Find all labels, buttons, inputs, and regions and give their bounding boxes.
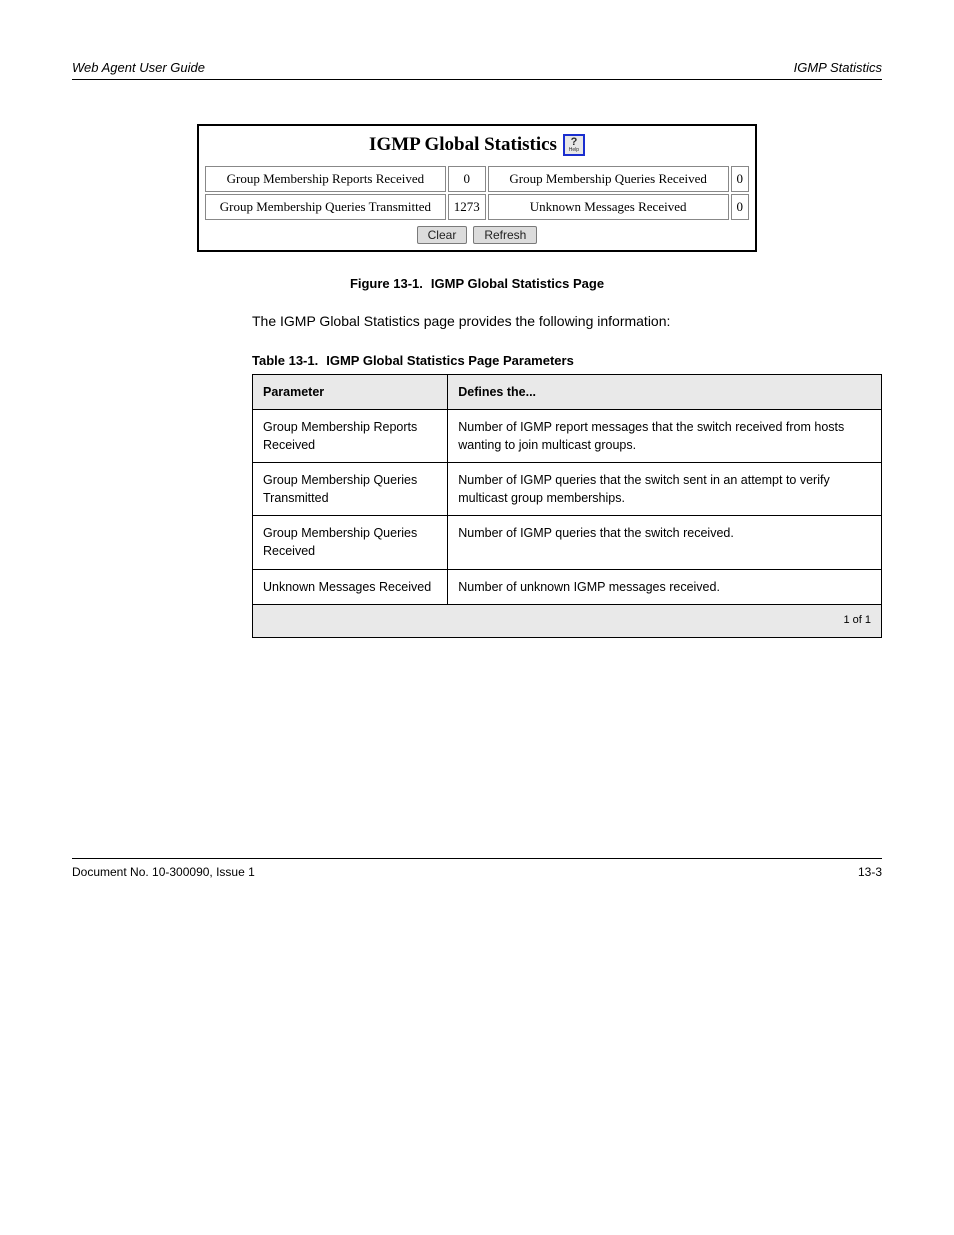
table-caption-text: IGMP Global Statistics Page Parameters <box>326 353 574 368</box>
footer-doc-id: Document No. 10-300090, Issue 1 <box>72 865 255 879</box>
figure-caption: Figure 13-1. IGMP Global Statistics Page <box>72 276 882 291</box>
refresh-button[interactable]: Refresh <box>473 226 537 244</box>
table-row: Unknown Messages Received Number of unkn… <box>253 569 882 604</box>
cell-desc: Number of unknown IGMP messages received… <box>448 569 882 604</box>
table-caption-number: Table 13-1. <box>252 353 318 368</box>
panel-title: IGMP Global Statistics <box>369 134 557 156</box>
help-icon[interactable]: ? Help <box>563 134 585 156</box>
reports-received-label: Group Membership Reports Received <box>205 166 446 192</box>
intro-paragraph: The IGMP Global Statistics page provides… <box>252 311 882 333</box>
page-header: Web Agent User Guide IGMP Statistics <box>72 60 882 80</box>
table-caption: Table 13-1. IGMP Global Statistics Page P… <box>252 353 882 368</box>
figure-caption-number: Figure 13-1. <box>350 276 423 291</box>
header-right: IGMP Statistics <box>794 60 882 75</box>
table-row: Group Membership Queries Transmitted Num… <box>253 463 882 516</box>
cell-param: Unknown Messages Received <box>253 569 448 604</box>
reports-received-value: 0 <box>448 166 486 192</box>
unknown-received-value: 0 <box>731 194 750 220</box>
cell-param: Group Membership Reports Received <box>253 409 448 462</box>
queries-transmitted-value: 1273 <box>448 194 486 220</box>
col-header-parameter: Parameter <box>253 374 448 409</box>
queries-received-value: 0 <box>731 166 750 192</box>
figure-caption-text: IGMP Global Statistics Page <box>431 276 604 291</box>
table-footer: 1 of 1 <box>253 604 882 637</box>
col-header-defines: Defines the... <box>448 374 882 409</box>
igmp-stats-panel: IGMP Global Statistics ? Help Group Memb… <box>197 124 757 252</box>
header-left: Web Agent User Guide <box>72 60 205 75</box>
cell-param: Group Membership Queries Received <box>253 516 448 569</box>
queries-received-label: Group Membership Queries Received <box>488 166 729 192</box>
params-table: Parameter Defines the... Group Membershi… <box>252 374 882 638</box>
stats-grid: Group Membership Reports Received 0 Grou… <box>199 162 755 222</box>
table-row: Group Membership Queries Received Number… <box>253 516 882 569</box>
unknown-received-label: Unknown Messages Received <box>488 194 729 220</box>
cell-desc: Number of IGMP queries that the switch s… <box>448 463 882 516</box>
footer-page-number: 13-3 <box>858 865 882 879</box>
clear-button[interactable]: Clear <box>417 226 468 244</box>
page-footer: Document No. 10-300090, Issue 1 13-3 <box>72 858 882 879</box>
cell-param: Group Membership Queries Transmitted <box>253 463 448 516</box>
cell-desc: Number of IGMP queries that the switch r… <box>448 516 882 569</box>
queries-transmitted-label: Group Membership Queries Transmitted <box>205 194 446 220</box>
table-row: Group Membership Reports Received Number… <box>253 409 882 462</box>
cell-desc: Number of IGMP report messages that the … <box>448 409 882 462</box>
